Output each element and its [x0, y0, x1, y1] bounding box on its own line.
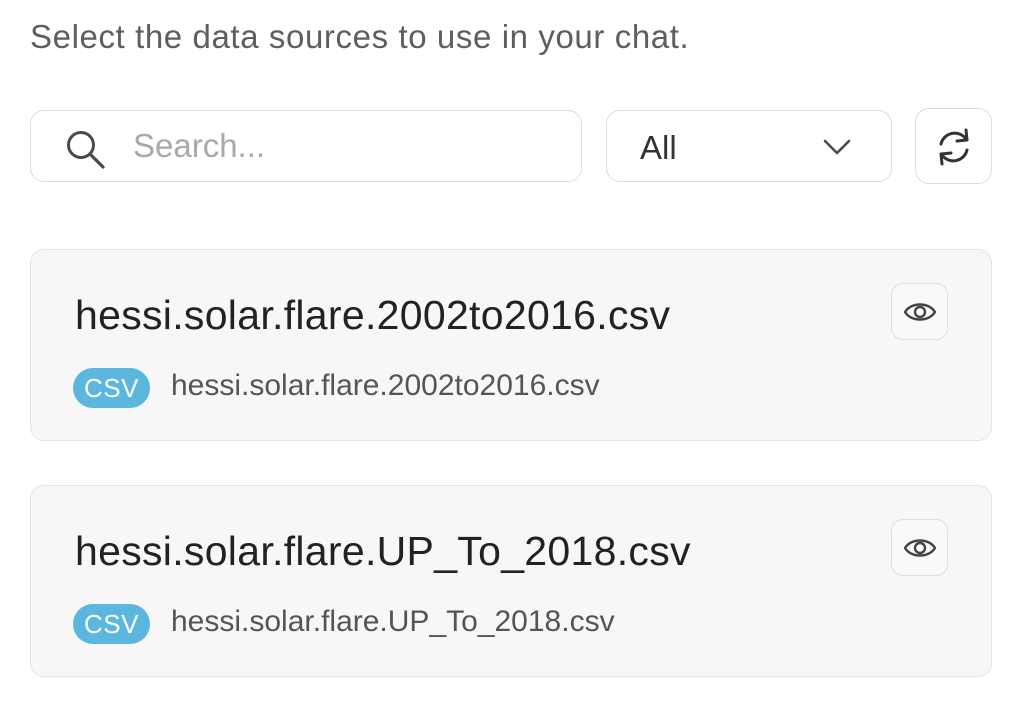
- data-source-title: hessi.solar.flare.2002to2016.csv: [75, 292, 671, 338]
- data-source-card[interactable]: hessi.solar.flare.UP_To_2018.csv CSV hes…: [30, 485, 992, 677]
- preview-button[interactable]: [891, 519, 948, 576]
- search-icon: [67, 131, 105, 169]
- search-box[interactable]: [30, 110, 582, 182]
- eye-icon: [903, 303, 937, 321]
- eye-icon: [903, 539, 937, 557]
- data-source-title: hessi.solar.flare.UP_To_2018.csv: [75, 528, 691, 574]
- source-filter-dropdown[interactable]: All: [606, 110, 892, 182]
- search-input[interactable]: [133, 121, 563, 171]
- filter-selected-value: All: [640, 129, 677, 166]
- toolbar: All: [30, 108, 992, 184]
- data-source-filename: hessi.solar.flare.2002to2016.csv: [171, 369, 600, 402]
- refresh-icon: [939, 128, 969, 166]
- instruction-text: Select the data sources to use in your c…: [30, 18, 690, 55]
- data-source-card[interactable]: hessi.solar.flare.2002to2016.csv CSV hes…: [30, 249, 992, 441]
- preview-button[interactable]: [891, 283, 948, 340]
- data-source-filename: hessi.solar.flare.UP_To_2018.csv: [171, 605, 615, 638]
- file-type-badge: CSV: [73, 604, 150, 644]
- chevron-down-icon: [823, 139, 851, 155]
- refresh-button[interactable]: [915, 108, 992, 184]
- file-type-badge: CSV: [73, 368, 150, 408]
